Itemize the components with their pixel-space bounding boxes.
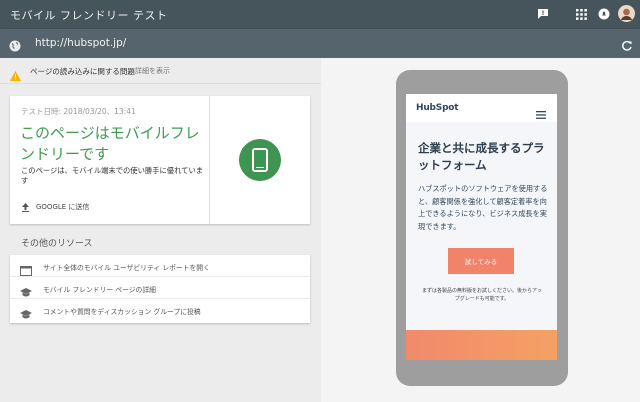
notifications-icon[interactable] — [597, 7, 611, 21]
result-card: テスト日時: 2018/03/20、13:41 このページはモバイルフレンドリー… — [10, 96, 310, 224]
hubspot-logo: HubSpot — [416, 103, 459, 113]
warning-text: ページの読み込みに関する問題 — [30, 67, 135, 76]
resources-list: サイト全体のモバイル ユーザビリティ レポートを開く モバイル フレンドリー ペ… — [10, 255, 310, 323]
resource-label: モバイル フレンドリー ページの詳細 — [43, 286, 156, 294]
apps-grid-icon[interactable] — [574, 7, 588, 21]
mobile-friendly-badge — [239, 139, 281, 181]
url-input[interactable]: http://hubspot.jp/ — [35, 37, 126, 49]
smartphone-icon — [252, 148, 268, 172]
resource-label: コメントや質問をディスカッション グループに投稿 — [43, 308, 201, 316]
preview-body-text: ハブスポットのソフトウェアを使用すると、顧客関係を強化して顧客定着率を向上できる… — [418, 184, 548, 231]
resource-item[interactable]: モバイル フレンドリー ページの詳細 — [10, 277, 310, 299]
url-bar: http://hubspot.jp/ — [0, 29, 640, 58]
preview-cta-button: 試してみる — [448, 248, 514, 274]
app-title: モバイル フレンドリー テスト — [10, 9, 168, 22]
result-headline: このページはモバイルフレンドリーです — [20, 124, 200, 163]
page-loading-warning: ページの読み込みに関する問題 詳細を表示 — [0, 58, 321, 84]
send-to-google-button[interactable]: GOOGLE に送信 — [21, 202, 89, 212]
hamburger-menu-icon — [536, 104, 546, 119]
card-divider — [209, 96, 210, 224]
app-bar: モバイル フレンドリー テスト — [0, 0, 640, 29]
resource-item[interactable]: サイト全体のモバイル ユーザビリティ レポートを開く — [10, 255, 310, 277]
preview-hero-heading: 企業と共に成長するプラットフォーム — [418, 141, 545, 172]
resources-title: その他のリソース — [21, 239, 93, 249]
send-to-google-label: GOOGLE に送信 — [36, 203, 90, 211]
feedback-icon[interactable] — [536, 7, 550, 21]
resource-label: サイト全体のモバイル ユーザビリティ レポートを開く — [43, 264, 210, 272]
browser-window-icon — [20, 261, 32, 276]
graduation-cap-icon — [20, 283, 32, 297]
device-screen[interactable]: HubSpot 企業と共に成長するプラットフォーム ハブスポットのソフトウェアを… — [406, 94, 557, 360]
preview-header: HubSpot — [406, 94, 557, 122]
reload-icon[interactable] — [621, 37, 633, 51]
preview-note: まずは各製品の無料版をお試しください。後からアップグレードも可能です。 — [421, 288, 542, 302]
resource-item[interactable]: コメントや質問をディスカッション グループに投稿 — [10, 299, 310, 321]
show-details-link[interactable]: 詳細を表示 — [135, 66, 170, 76]
warning-icon — [10, 66, 21, 81]
device-frame: HubSpot 企業と共に成長するプラットフォーム ハブスポットのソフトウェアを… — [396, 70, 568, 386]
graduation-cap-icon — [20, 305, 32, 319]
upload-icon — [21, 202, 30, 212]
preview-pane: HubSpot 企業と共に成長するプラットフォーム ハブスポットのソフトウェアを… — [321, 58, 640, 402]
preview-orange-band — [406, 330, 557, 360]
avatar[interactable] — [618, 5, 635, 22]
test-date: テスト日時: 2018/03/20、13:41 — [21, 107, 136, 116]
result-description: このページは、モバイル端末での使い勝手に優れています — [21, 166, 204, 185]
results-pane: ページの読み込みに関する問題 詳細を表示 テスト日時: 2018/03/20、1… — [0, 58, 321, 402]
globe-icon — [9, 37, 21, 52]
